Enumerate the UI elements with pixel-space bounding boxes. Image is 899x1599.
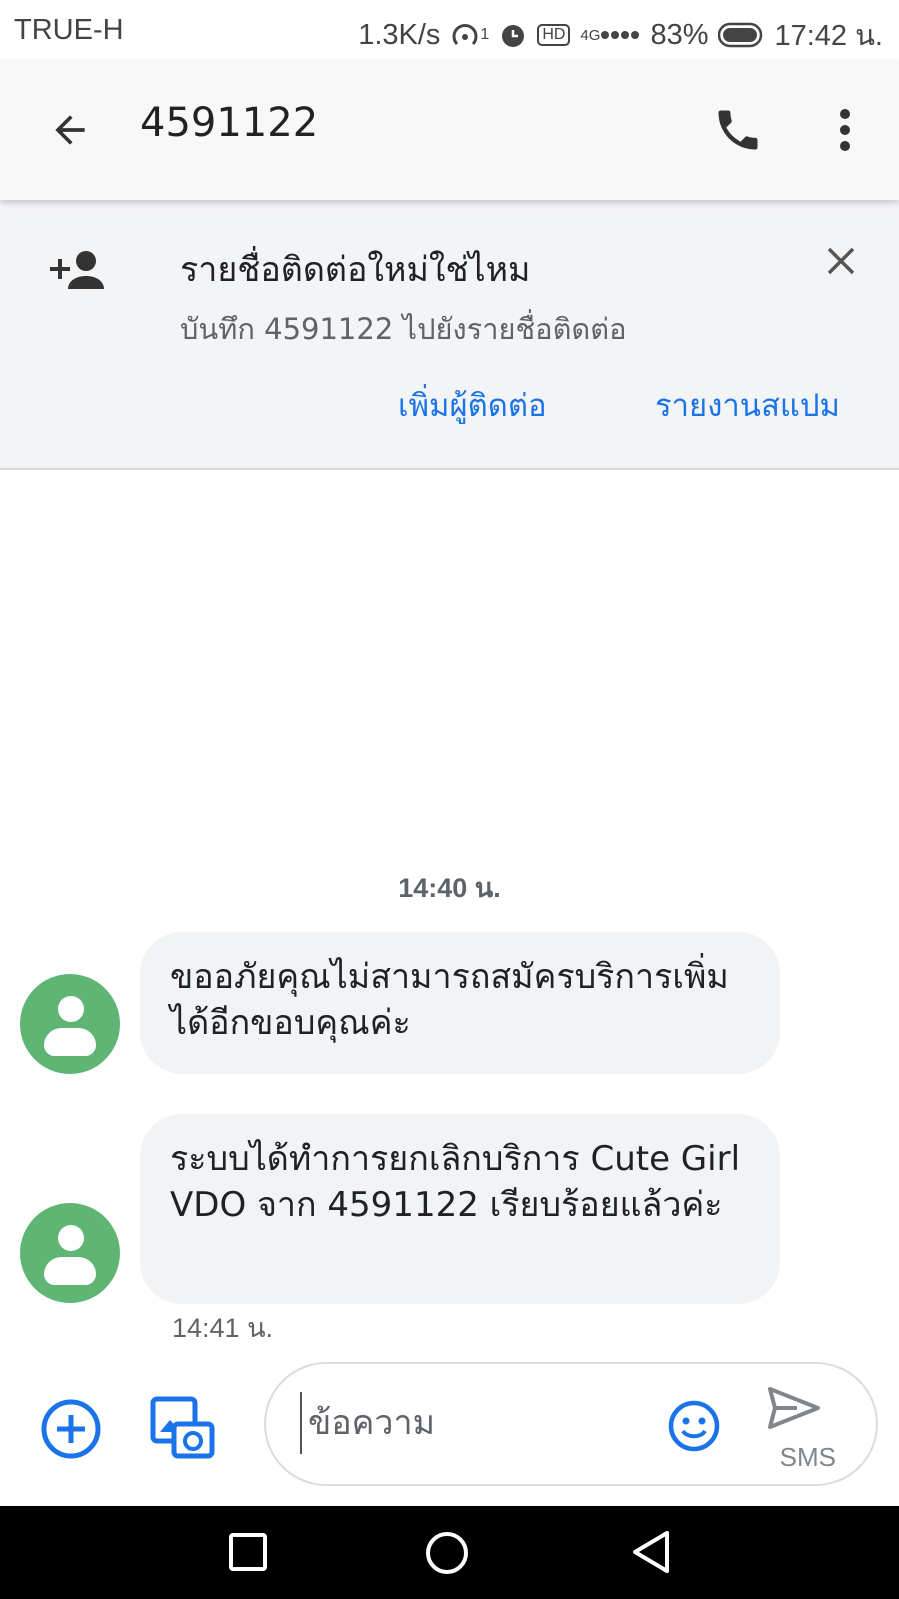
circle-icon [426, 1532, 468, 1574]
more-vert-icon [840, 109, 850, 151]
hotspot-count: 1 [480, 26, 490, 43]
add-circle-icon [41, 1399, 101, 1459]
clock: 17:42 น. [774, 20, 883, 52]
battery-percent: 83% [650, 18, 709, 51]
status-icons: 1.3K/s 1 HD 4G 83% 17:42 น. [358, 12, 883, 58]
status-bar: TRUE-H 1.3K/s 1 HD 4G 83% 17:42 น. [0, 0, 899, 60]
report-spam-button[interactable]: รายงานสแปม [655, 380, 840, 430]
phone-icon [718, 110, 758, 150]
triangle-back-icon [633, 1531, 669, 1573]
carrier-label: TRUE-H [14, 14, 124, 46]
photo-camera-icon [150, 1396, 215, 1459]
message-bubble[interactable]: ระบบได้ทำการยกเลิกบริการ Cute Girl VDO จ… [140, 1114, 780, 1304]
message-text: ขออภัยคุณไม่สามารถสมัครบริการเพิ่มได้อีก… [170, 957, 729, 1043]
back-button[interactable] [40, 100, 100, 160]
call-button[interactable] [706, 98, 770, 162]
battery-icon [718, 22, 764, 48]
banner-subtitle: บันทึก 4591122 ไปยังรายชื่อติดต่อ [180, 312, 627, 346]
person-icon [58, 1225, 84, 1251]
add-attachment-button[interactable] [40, 1398, 102, 1464]
signal-icon: 4G [580, 27, 640, 44]
close-icon [827, 247, 855, 275]
dismiss-banner-button[interactable] [816, 236, 866, 286]
send-button[interactable] [764, 1380, 824, 1436]
avatar [20, 974, 120, 1074]
square-icon [229, 1533, 267, 1571]
hd-icon: HD [537, 24, 571, 46]
emoji-button[interactable] [666, 1398, 722, 1454]
conversation-title: 4591122 [140, 100, 319, 146]
conversation-timestamp: 14:40 น. [398, 873, 501, 903]
message-composer: SMS [264, 1362, 878, 1486]
send-type-label: SMS [779, 1442, 836, 1472]
arrow-back-icon [55, 115, 85, 145]
network-speed: 1.3K/s [358, 18, 441, 51]
message-input[interactable] [300, 1392, 610, 1454]
message-timestamp: 14:41 น. [172, 1313, 274, 1343]
alarm-icon [499, 21, 527, 49]
send-icon [768, 1387, 820, 1429]
message-bubble[interactable]: ขออภัยคุณไม่สามารถสมัครบริการเพิ่มได้อีก… [140, 932, 780, 1074]
home-button[interactable] [424, 1530, 470, 1576]
person-icon [58, 996, 84, 1022]
add-contact-button[interactable]: เพิ่มผู้ติดต่อ [398, 380, 547, 430]
navigation-bar [0, 1506, 899, 1599]
back-nav-button[interactable] [628, 1528, 672, 1576]
app-bar: 4591122 [0, 60, 899, 200]
banner-title: รายชื่อติดต่อใหม่ใช่ไหม [180, 250, 531, 290]
emoji-icon [668, 1400, 720, 1452]
person-add-icon [44, 244, 108, 294]
hotspot-icon: 1 [450, 20, 489, 50]
gallery-camera-button[interactable] [150, 1396, 216, 1466]
new-contact-banner: รายชื่อติดต่อใหม่ใช่ไหม บันทึก 4591122 ไ… [0, 200, 899, 470]
more-options-button[interactable] [820, 100, 870, 160]
message-text: ระบบได้ทำการยกเลิกบริการ Cute Girl VDO จ… [170, 1139, 741, 1225]
recents-button[interactable] [226, 1530, 270, 1574]
avatar [20, 1203, 120, 1303]
